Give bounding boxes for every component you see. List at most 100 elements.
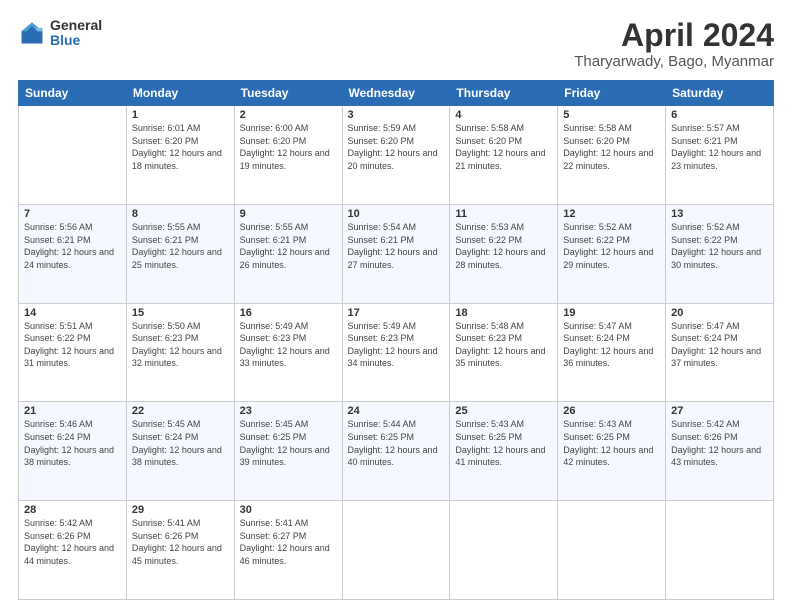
day-cell: 9 Sunrise: 5:55 AMSunset: 6:21 PMDaylight… (234, 204, 342, 303)
day-info: Sunrise: 5:57 AMSunset: 6:21 PMDaylight:… (671, 123, 761, 171)
day-info: Sunrise: 5:58 AMSunset: 6:20 PMDaylight:… (563, 123, 653, 171)
day-cell: 3Sunrise: 5:59 AMSunset: 6:20 PMDaylight… (342, 106, 450, 205)
logo: General Blue (18, 18, 102, 49)
day-number: 13 (671, 208, 768, 220)
day-cell: 8 Sunrise: 5:55 AMSunset: 6:21 PMDaylight… (126, 204, 234, 303)
day-number: 10 (348, 208, 445, 220)
day-cell: 30Sunrise: 5:41 AMSunset: 6:27 PMDayligh… (234, 501, 342, 600)
day-cell: 24Sunrise: 5:44 AMSunset: 6:25 PMDayligh… (342, 402, 450, 501)
day-cell (666, 501, 774, 600)
day-number: 19 (563, 307, 660, 319)
day-cell: 29 Sunrise: 5:41 AMSunset: 6:26 PMDayligh… (126, 501, 234, 600)
day-number: 28 (24, 504, 121, 516)
calendar-table: SundayMondayTuesdayWednesdayThursdayFrid… (18, 80, 774, 600)
day-cell: 19 Sunrise: 5:47 AMSunset: 6:24 PMDayligh… (558, 303, 666, 402)
day-info: Sunrise: 5:52 AMSunset: 6:22 PMDaylight:… (563, 222, 653, 270)
day-number: 5 (563, 109, 660, 121)
day-cell: 1 Sunrise: 6:01 AMSunset: 6:20 PMDaylight… (126, 106, 234, 205)
logo-text: General Blue (50, 18, 102, 49)
day-number: 21 (24, 405, 121, 417)
day-number: 11 (455, 208, 552, 220)
header: General Blue April 2024 Tharyarwady, Bag… (18, 18, 774, 70)
day-info: Sunrise: 5:42 AMSunset: 6:26 PMDaylight:… (671, 419, 761, 467)
day-number: 30 (240, 504, 337, 516)
header-cell-tuesday: Tuesday (234, 81, 342, 106)
day-cell: 12Sunrise: 5:52 AMSunset: 6:22 PMDayligh… (558, 204, 666, 303)
day-cell: 17 Sunrise: 5:49 AMSunset: 6:23 PMDayligh… (342, 303, 450, 402)
day-info: Sunrise: 5:49 AMSunset: 6:23 PMDaylight:… (240, 321, 330, 369)
day-number: 29 (132, 504, 229, 516)
day-cell: 21 Sunrise: 5:46 AMSunset: 6:24 PMDayligh… (19, 402, 127, 501)
day-info: Sunrise: 5:47 AMSunset: 6:24 PMDaylight:… (671, 321, 761, 369)
logo-blue-text: Blue (50, 33, 102, 48)
day-cell: 28 Sunrise: 5:42 AMSunset: 6:26 PMDayligh… (19, 501, 127, 600)
day-info: Sunrise: 5:56 AMSunset: 6:21 PMDaylight:… (24, 222, 114, 270)
header-cell-saturday: Saturday (666, 81, 774, 106)
day-info: Sunrise: 6:01 AMSunset: 6:20 PMDaylight:… (132, 123, 222, 171)
day-info: Sunrise: 5:46 AMSunset: 6:24 PMDaylight:… (24, 419, 114, 467)
day-cell: 11 Sunrise: 5:53 AMSunset: 6:22 PMDayligh… (450, 204, 558, 303)
day-number: 27 (671, 405, 768, 417)
day-number: 26 (563, 405, 660, 417)
day-cell (342, 501, 450, 600)
day-info: Sunrise: 5:42 AMSunset: 6:26 PMDaylight:… (24, 518, 114, 566)
day-cell: 27 Sunrise: 5:42 AMSunset: 6:26 PMDayligh… (666, 402, 774, 501)
week-row-4: 21 Sunrise: 5:46 AMSunset: 6:24 PMDayligh… (19, 402, 774, 501)
header-row: SundayMondayTuesdayWednesdayThursdayFrid… (19, 81, 774, 106)
day-cell: 23 Sunrise: 5:45 AMSunset: 6:25 PMDayligh… (234, 402, 342, 501)
week-row-5: 28 Sunrise: 5:42 AMSunset: 6:26 PMDayligh… (19, 501, 774, 600)
day-number: 14 (24, 307, 121, 319)
header-cell-wednesday: Wednesday (342, 81, 450, 106)
day-number: 4 (455, 109, 552, 121)
header-cell-friday: Friday (558, 81, 666, 106)
logo-general-text: General (50, 18, 102, 33)
day-info: Sunrise: 5:50 AMSunset: 6:23 PMDaylight:… (132, 321, 222, 369)
day-cell (558, 501, 666, 600)
day-info: Sunrise: 5:44 AMSunset: 6:25 PMDaylight:… (348, 419, 438, 467)
day-info: Sunrise: 5:53 AMSunset: 6:22 PMDaylight:… (455, 222, 545, 270)
day-cell: 14 Sunrise: 5:51 AMSunset: 6:22 PMDayligh… (19, 303, 127, 402)
day-info: Sunrise: 5:43 AMSunset: 6:25 PMDaylight:… (563, 419, 653, 467)
day-info: Sunrise: 5:45 AMSunset: 6:24 PMDaylight:… (132, 419, 222, 467)
day-cell: 13 Sunrise: 5:52 AMSunset: 6:22 PMDayligh… (666, 204, 774, 303)
day-info: Sunrise: 5:47 AMSunset: 6:24 PMDaylight:… (563, 321, 653, 369)
header-cell-sunday: Sunday (19, 81, 127, 106)
day-cell: 18Sunrise: 5:48 AMSunset: 6:23 PMDayligh… (450, 303, 558, 402)
logo-icon (18, 19, 46, 47)
day-cell: 4Sunrise: 5:58 AMSunset: 6:20 PMDaylight… (450, 106, 558, 205)
day-cell (450, 501, 558, 600)
day-cell: 2 Sunrise: 6:00 AMSunset: 6:20 PMDaylight… (234, 106, 342, 205)
day-number: 17 (348, 307, 445, 319)
day-cell: 20 Sunrise: 5:47 AMSunset: 6:24 PMDayligh… (666, 303, 774, 402)
day-info: Sunrise: 6:00 AMSunset: 6:20 PMDaylight:… (240, 123, 330, 171)
day-cell: 25 Sunrise: 5:43 AMSunset: 6:25 PMDayligh… (450, 402, 558, 501)
day-info: Sunrise: 5:43 AMSunset: 6:25 PMDaylight:… (455, 419, 545, 467)
day-info: Sunrise: 5:55 AMSunset: 6:21 PMDaylight:… (132, 222, 222, 270)
page: General Blue April 2024 Tharyarwady, Bag… (0, 0, 792, 612)
day-number: 25 (455, 405, 552, 417)
day-number: 2 (240, 109, 337, 121)
day-number: 8 (132, 208, 229, 220)
day-cell: 5 Sunrise: 5:58 AMSunset: 6:20 PMDaylight… (558, 106, 666, 205)
day-cell: 10Sunrise: 5:54 AMSunset: 6:21 PMDayligh… (342, 204, 450, 303)
day-cell: 15Sunrise: 5:50 AMSunset: 6:23 PMDayligh… (126, 303, 234, 402)
day-cell: 16Sunrise: 5:49 AMSunset: 6:23 PMDayligh… (234, 303, 342, 402)
day-info: Sunrise: 5:51 AMSunset: 6:22 PMDaylight:… (24, 321, 114, 369)
day-info: Sunrise: 5:49 AMSunset: 6:23 PMDaylight:… (348, 321, 438, 369)
day-cell: 22 Sunrise: 5:45 AMSunset: 6:24 PMDayligh… (126, 402, 234, 501)
day-info: Sunrise: 5:52 AMSunset: 6:22 PMDaylight:… (671, 222, 761, 270)
week-row-2: 7Sunrise: 5:56 AMSunset: 6:21 PMDaylight… (19, 204, 774, 303)
day-number: 9 (240, 208, 337, 220)
week-row-1: 1 Sunrise: 6:01 AMSunset: 6:20 PMDaylight… (19, 106, 774, 205)
day-info: Sunrise: 5:55 AMSunset: 6:21 PMDaylight:… (240, 222, 330, 270)
day-number: 23 (240, 405, 337, 417)
day-number: 22 (132, 405, 229, 417)
day-number: 18 (455, 307, 552, 319)
day-info: Sunrise: 5:41 AMSunset: 6:26 PMDaylight:… (132, 518, 222, 566)
day-number: 1 (132, 109, 229, 121)
day-number: 20 (671, 307, 768, 319)
day-cell: 7Sunrise: 5:56 AMSunset: 6:21 PMDaylight… (19, 204, 127, 303)
day-info: Sunrise: 5:45 AMSunset: 6:25 PMDaylight:… (240, 419, 330, 467)
week-row-3: 14 Sunrise: 5:51 AMSunset: 6:22 PMDayligh… (19, 303, 774, 402)
day-cell: 6Sunrise: 5:57 AMSunset: 6:21 PMDaylight… (666, 106, 774, 205)
